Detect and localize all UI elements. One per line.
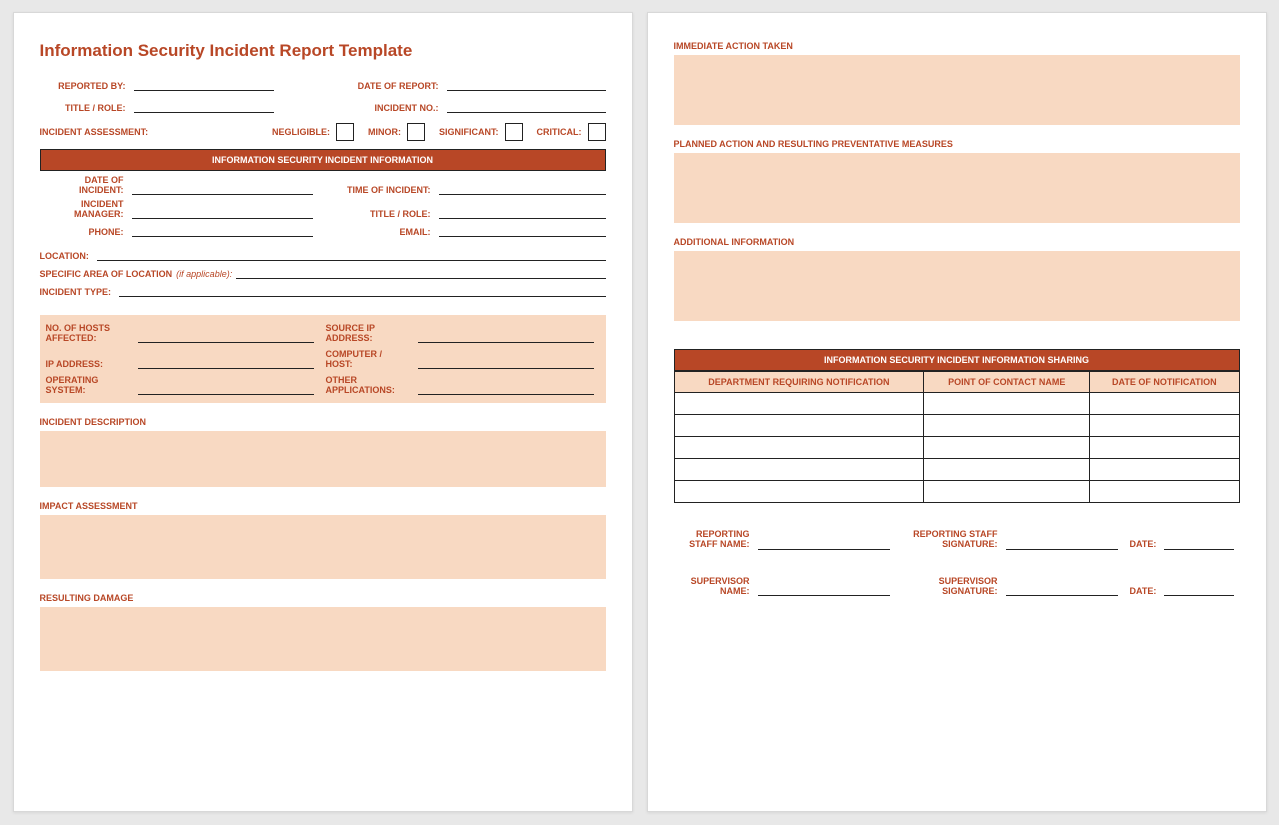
resulting-damage-label: RESULTING DAMAGE (40, 593, 606, 603)
source-ip-field[interactable] (418, 331, 594, 343)
reported-by-label: REPORTED BY: (40, 81, 130, 91)
operating-system-label: OPERATING SYSTEM: (46, 375, 134, 395)
negligible-label: NEGLIGIBLE: (272, 127, 330, 137)
location-field[interactable] (97, 249, 606, 261)
immediate-action-box[interactable] (674, 55, 1240, 125)
date-1-field[interactable] (1164, 538, 1233, 550)
impact-assessment-label: IMPACT ASSESSMENT (40, 501, 606, 511)
operating-system-field[interactable] (138, 383, 314, 395)
date-1-label: DATE: (1130, 539, 1161, 549)
incident-assessment-label: INCIDENT ASSESSMENT: (40, 127, 149, 137)
location-label: LOCATION: (40, 251, 93, 261)
incident-type-label: INCIDENT TYPE: (40, 287, 116, 297)
date-2-field[interactable] (1164, 584, 1233, 596)
planned-action-box[interactable] (674, 153, 1240, 223)
time-of-incident-field[interactable] (439, 183, 606, 195)
time-of-incident-label: TIME OF INCIDENT: (323, 185, 435, 195)
title-role-2-label: TITLE / ROLE: (323, 209, 435, 219)
critical-checkbox[interactable] (588, 123, 606, 141)
significant-label: SIGNIFICANT: (439, 127, 499, 137)
ip-address-field[interactable] (138, 357, 314, 369)
table-row[interactable] (674, 393, 1239, 415)
reporting-staff-name-field[interactable] (758, 538, 890, 550)
incident-no-field[interactable] (447, 101, 606, 113)
page-2: IMMEDIATE ACTION TAKEN PLANNED ACTION AN… (647, 12, 1267, 812)
no-hosts-label: NO. OF HOSTS AFFECTED: (46, 323, 134, 343)
phone-label: PHONE: (40, 227, 128, 237)
additional-info-box[interactable] (674, 251, 1240, 321)
computer-host-label: COMPUTER / HOST: (326, 349, 414, 369)
other-apps-field[interactable] (418, 383, 594, 395)
additional-info-label: ADDITIONAL INFORMATION (674, 237, 1240, 247)
specific-area-label: SPECIFIC AREA OF LOCATION (40, 269, 177, 279)
th-poc: POINT OF CONTACT NAME (924, 372, 1090, 393)
phone-field[interactable] (132, 225, 313, 237)
table-row[interactable] (674, 415, 1239, 437)
if-applicable-label: (if applicable): (176, 269, 232, 279)
reporting-staff-sig-label: REPORTING STAFF SIGNATURE: (902, 529, 1002, 550)
email-label: EMAIL: (323, 227, 435, 237)
title-role-label: TITLE / ROLE: (40, 103, 130, 113)
critical-label: CRITICAL: (537, 127, 582, 137)
planned-action-label: PLANNED ACTION AND RESULTING PREVENTATIV… (674, 139, 1240, 149)
impact-assessment-box[interactable] (40, 515, 606, 579)
incident-description-box[interactable] (40, 431, 606, 487)
computer-host-field[interactable] (418, 357, 594, 369)
supervisor-sig-field[interactable] (1006, 584, 1118, 596)
ip-address-label: IP ADDRESS: (46, 359, 134, 369)
no-hosts-field[interactable] (138, 331, 314, 343)
date-of-report-field[interactable] (447, 79, 606, 91)
incident-type-field[interactable] (119, 285, 605, 297)
specific-area-field[interactable] (236, 267, 605, 279)
reported-by-field[interactable] (134, 79, 274, 91)
date-of-incident-label: DATE OF INCIDENT: (40, 175, 128, 195)
supervisor-sig-label: SUPERVISOR SIGNATURE: (902, 576, 1002, 597)
reporting-staff-name-label: REPORTING STAFF NAME: (674, 529, 754, 550)
resulting-damage-box[interactable] (40, 607, 606, 671)
incident-manager-field[interactable] (132, 207, 313, 219)
immediate-action-label: IMMEDIATE ACTION TAKEN (674, 41, 1240, 51)
date-2-label: DATE: (1130, 586, 1161, 596)
th-department: DEPARTMENT REQUIRING NOTIFICATION (674, 372, 924, 393)
minor-label: MINOR: (368, 127, 401, 137)
page-1: Information Security Incident Report Tem… (13, 12, 633, 812)
minor-checkbox[interactable] (407, 123, 425, 141)
incident-description-label: INCIDENT DESCRIPTION (40, 417, 606, 427)
date-of-report-label: DATE OF REPORT: (323, 81, 443, 91)
supervisor-name-label: SUPERVISOR NAME: (674, 576, 754, 597)
document-title: Information Security Incident Report Tem… (40, 41, 606, 61)
other-apps-label: OTHER APPLICATIONS: (326, 375, 414, 395)
hosts-box: NO. OF HOSTS AFFECTED: SOURCE IP ADDRESS… (40, 315, 606, 403)
incident-manager-label: INCIDENT MANAGER: (40, 199, 128, 219)
supervisor-name-field[interactable] (758, 584, 890, 596)
th-date-notification: DATE OF NOTIFICATION (1090, 372, 1239, 393)
reporting-staff-sig-field[interactable] (1006, 538, 1118, 550)
table-row[interactable] (674, 437, 1239, 459)
negligible-checkbox[interactable] (336, 123, 354, 141)
email-field[interactable] (439, 225, 606, 237)
band-sharing: INFORMATION SECURITY INCIDENT INFORMATIO… (674, 349, 1240, 371)
band-incident-info: INFORMATION SECURITY INCIDENT INFORMATIO… (40, 149, 606, 171)
table-row[interactable] (674, 481, 1239, 503)
incident-no-label: INCIDENT NO.: (323, 103, 443, 113)
title-role-field[interactable] (134, 101, 274, 113)
significant-checkbox[interactable] (505, 123, 523, 141)
table-row[interactable] (674, 459, 1239, 481)
title-role-2-field[interactable] (439, 207, 606, 219)
source-ip-label: SOURCE IP ADDRESS: (326, 323, 414, 343)
sharing-table: DEPARTMENT REQUIRING NOTIFICATION POINT … (674, 371, 1240, 503)
date-of-incident-field[interactable] (132, 183, 313, 195)
